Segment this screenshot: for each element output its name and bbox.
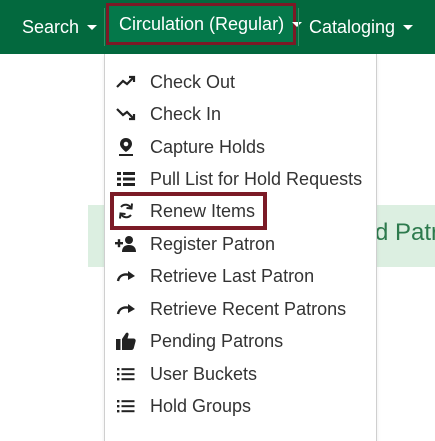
menu-item-label: Retrieve Last Patron xyxy=(150,265,315,286)
menu-item-label: Hold Groups xyxy=(150,395,252,416)
map-pin-icon xyxy=(115,136,137,158)
caret-down-icon xyxy=(87,24,98,30)
trend-up-icon xyxy=(115,71,137,93)
menu-item-label: User Buckets xyxy=(150,363,258,384)
menu-item-label: Check Out xyxy=(150,71,236,92)
top-navbar: Search Circulation (Regular) Cataloging xyxy=(0,0,435,54)
nav-circulation-menu[interactable]: Circulation (Regular) xyxy=(106,3,303,45)
thumbs-up-icon xyxy=(115,330,137,352)
app-screen: d Patr Search Circulation (Regular) Cata… xyxy=(0,0,435,441)
menu-item-label: Renew Items xyxy=(150,200,256,221)
nav-search-label: Search xyxy=(22,16,80,37)
trend-down-icon xyxy=(115,103,137,125)
menu-item-retrieve-recent-patrons[interactable]: Retrieve Recent Patrons xyxy=(105,293,376,325)
nav-circulation-label: Circulation (Regular) xyxy=(119,13,285,34)
menu-item-label: Register Patron xyxy=(150,233,276,254)
menu-item-capture-holds[interactable]: Capture Holds xyxy=(105,131,376,163)
refresh-icon xyxy=(115,200,137,222)
menu-item-register-patron[interactable]: Register Patron xyxy=(105,228,376,260)
caret-down-icon xyxy=(403,24,414,30)
nav-divider xyxy=(104,8,105,46)
menu-item-label: Pending Patrons xyxy=(150,330,284,351)
nav-cataloging-menu[interactable]: Cataloging xyxy=(309,0,414,54)
menu-item-check-out[interactable]: Check Out xyxy=(105,66,376,98)
redo-arrow-icon xyxy=(115,298,137,320)
nav-cataloging-label: Cataloging xyxy=(309,16,396,37)
list-icon xyxy=(115,168,137,190)
circulation-dropdown: Check Out Check In Capture Holds Pull Li… xyxy=(104,54,377,441)
nav-divider xyxy=(298,8,299,46)
menu-item-renew-items[interactable]: Renew Items xyxy=(105,195,376,227)
nav-search-menu[interactable]: Search xyxy=(22,0,98,54)
menu-item-label: Capture Holds xyxy=(150,136,266,157)
menu-item-check-in[interactable]: Check In xyxy=(105,98,376,130)
menu-item-label: Retrieve Recent Patrons xyxy=(150,298,347,319)
menu-item-user-buckets[interactable]: User Buckets xyxy=(105,358,376,390)
page-banner-text: d Patr xyxy=(375,219,435,246)
add-user-icon xyxy=(115,233,137,255)
menu-item-hold-groups[interactable]: Hold Groups xyxy=(105,390,376,422)
bulleted-list-icon xyxy=(115,363,137,385)
menu-item-pull-list[interactable]: Pull List for Hold Requests xyxy=(105,163,376,195)
bulleted-list-icon xyxy=(115,395,137,417)
menu-item-retrieve-last-patron[interactable]: Retrieve Last Patron xyxy=(105,260,376,292)
menu-item-pending-patrons[interactable]: Pending Patrons xyxy=(105,325,376,357)
redo-arrow-icon xyxy=(115,265,137,287)
menu-item-label: Pull List for Hold Requests xyxy=(150,168,363,189)
menu-item-label: Check In xyxy=(150,103,222,124)
